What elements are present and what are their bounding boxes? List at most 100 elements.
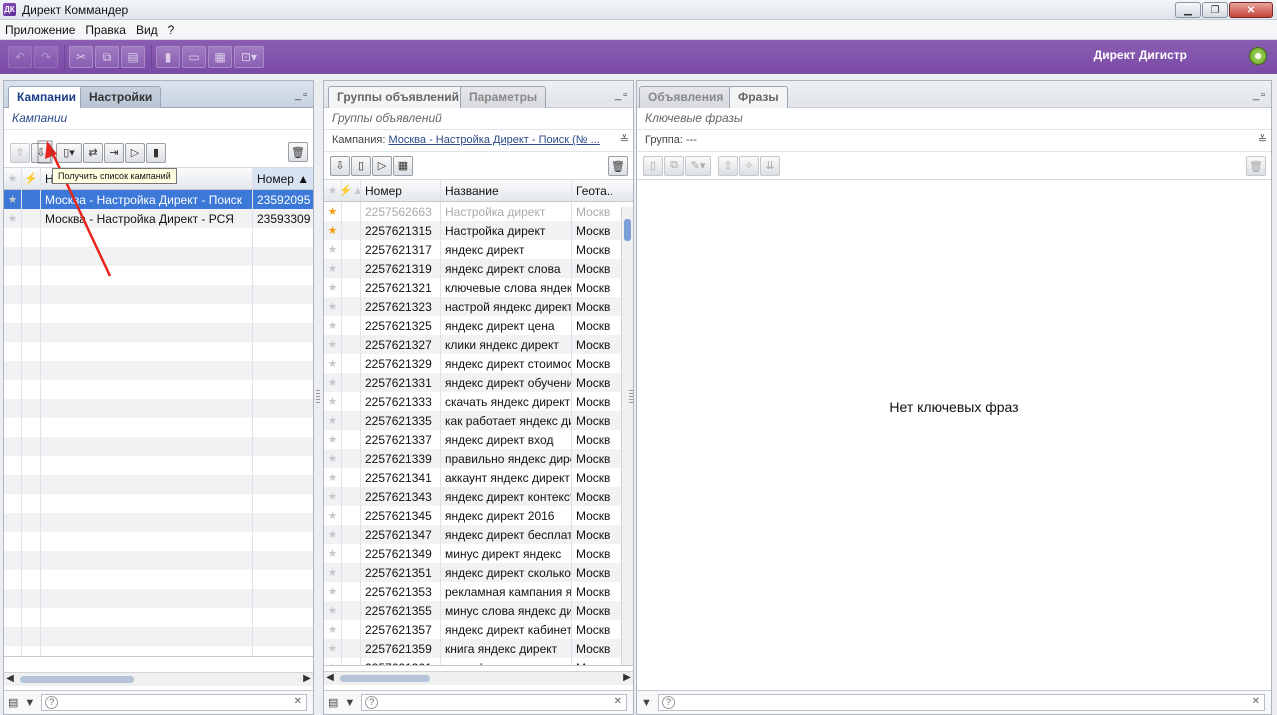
star-icon[interactable] (4, 228, 22, 247)
star-icon[interactable]: ★ (324, 278, 342, 297)
star-icon[interactable] (4, 608, 22, 627)
magic-icon[interactable]: ✧ (739, 155, 759, 176)
clear-icon[interactable]: ✕ (614, 696, 622, 707)
table-row[interactable] (4, 285, 313, 304)
panel-minmax-icon[interactable]: _▫ (295, 89, 309, 101)
delete-icon[interactable]: 🗑 (608, 156, 628, 176)
splitter-handle[interactable] (629, 390, 633, 404)
table-icon[interactable]: ▦ (208, 46, 232, 68)
menu-help[interactable]: ? (163, 23, 180, 37)
table-row[interactable]: ★ 2257621349 минус директ яндекс Москв (324, 544, 633, 563)
close-icon[interactable]: ✕ (1229, 2, 1273, 18)
col-flag[interactable]: ⚡ (22, 168, 41, 189)
panel-minmax-icon[interactable]: _▫ (615, 89, 629, 101)
table-row[interactable] (4, 532, 313, 551)
table-row[interactable] (4, 589, 313, 608)
table-row[interactable]: ★ 2257621333 скачать яндекс директ Москв (324, 392, 633, 411)
new-group-icon[interactable]: ▯ (351, 155, 371, 176)
cut-icon[interactable]: ✂ (69, 46, 93, 68)
table-row[interactable]: ★ 2257621331 яндекс директ обучени Москв (324, 373, 633, 392)
download-campaigns-button[interactable]: ⇩ (31, 142, 51, 163)
delete-icon[interactable]: 🗑 (288, 142, 308, 162)
star-icon[interactable]: ★ (324, 316, 342, 335)
copy-phrase-icon[interactable]: ⧉ (664, 155, 684, 176)
campaign-filter-link[interactable]: Москва - Настройка Директ - Поиск (№ ... (388, 134, 599, 146)
paste-icon[interactable]: ▤ (121, 46, 145, 68)
table-row[interactable]: ★ 2257621327 клики яндекс директ Москв (324, 335, 633, 354)
star-icon[interactable]: ★ (324, 297, 342, 316)
star-icon[interactable] (4, 304, 22, 323)
delete-icon[interactable]: 🗑 (1246, 156, 1266, 176)
star-icon[interactable]: ★ (324, 411, 342, 430)
columns-icon[interactable]: ▭ (182, 46, 206, 68)
star-icon[interactable]: ★ (324, 563, 342, 582)
star-icon[interactable] (4, 627, 22, 646)
user-avatar-icon[interactable]: ☻ (1249, 47, 1267, 65)
star-icon[interactable]: ★ (4, 209, 22, 228)
table-row[interactable]: ★ 2257621345 яндекс директ 2016 Москв (324, 506, 633, 525)
chevron-down-icon[interactable]: ≚ (620, 133, 629, 146)
phrases-search-input[interactable]: ? ✕ (657, 694, 1265, 711)
star-icon[interactable]: ★ (324, 354, 342, 373)
table-row[interactable] (4, 323, 313, 342)
table-row[interactable] (4, 418, 313, 437)
table-row[interactable]: ★ 2257621357 яндекс директ кабинет Москв (324, 620, 633, 639)
star-icon[interactable]: ★ (324, 259, 342, 278)
table-row[interactable]: ★ 2257621335 как работает яндекс ди Москв (324, 411, 633, 430)
tab-adgroups[interactable]: Группы объявлений (328, 86, 468, 108)
list-icon[interactable]: ▤ (328, 696, 338, 709)
star-icon[interactable] (4, 456, 22, 475)
table-row[interactable]: ★ 2257621323 настрой яндекс директ Москв (324, 297, 633, 316)
tab-phrases[interactable]: Фразы (729, 86, 788, 108)
star-icon[interactable] (4, 646, 22, 656)
star-icon[interactable]: ★ (324, 221, 342, 240)
table-row[interactable]: ★ 2257621361сертификат яндекс дирМоскв (324, 658, 633, 665)
menu-view[interactable]: Вид (131, 23, 163, 37)
tab-settings[interactable]: Настройки (80, 86, 162, 108)
table-row[interactable]: ★ 2257621353 рекламная кампания я Москв (324, 582, 633, 601)
star-icon[interactable] (4, 513, 22, 532)
star-icon[interactable]: ★ (324, 240, 342, 259)
table-row[interactable] (4, 228, 313, 247)
list-icon[interactable]: ▤ (8, 696, 18, 709)
col-number[interactable]: Номер ▲ (253, 168, 313, 189)
star-icon[interactable]: ★ (324, 449, 342, 468)
star-icon[interactable] (4, 494, 22, 513)
star-icon[interactable] (4, 570, 22, 589)
adgroups-hscrollbar[interactable]: ◀ ▶ (324, 671, 633, 685)
restore-icon[interactable]: ❐ (1202, 2, 1228, 18)
table-row[interactable]: ★ 2257621325 яндекс директ цена Москв (324, 316, 633, 335)
table-row[interactable] (4, 247, 313, 266)
star-icon[interactable] (4, 285, 22, 304)
star-icon[interactable]: ★ (324, 544, 342, 563)
star-icon[interactable] (4, 323, 22, 342)
undo-icon[interactable]: ↶ (8, 46, 32, 68)
star-icon[interactable] (4, 399, 22, 418)
import-icon[interactable]: ⇥ (104, 142, 124, 163)
star-icon[interactable]: ★ (324, 202, 342, 221)
star-icon[interactable]: ★ (324, 639, 342, 658)
campaigns-hscrollbar[interactable]: ◀ ▶ (4, 672, 313, 686)
clear-icon[interactable]: ✕ (294, 696, 302, 707)
table-row[interactable]: ★ 2257621319 яндекс директ слова Москв (324, 259, 633, 278)
col-flag[interactable]: ⚡▲ (342, 180, 361, 201)
copy-campaign-icon[interactable]: ⇄ (83, 142, 103, 163)
star-icon[interactable]: ★ (324, 601, 342, 620)
star-icon[interactable]: ★ (324, 487, 342, 506)
star-icon[interactable]: ★ (324, 582, 342, 601)
export-icon[interactable]: ▷ (125, 142, 145, 163)
col-star[interactable]: ★ (324, 180, 342, 201)
menu-edit[interactable]: Правка (80, 23, 131, 37)
table-row[interactable] (4, 361, 313, 380)
download-icon[interactable]: ⇩ (330, 155, 350, 176)
table-row[interactable] (4, 627, 313, 646)
star-icon[interactable] (4, 475, 22, 494)
tab-campaigns[interactable]: Кампании (8, 86, 85, 108)
table-row[interactable] (4, 304, 313, 323)
star-icon[interactable] (4, 589, 22, 608)
star-icon[interactable]: ★ (324, 430, 342, 449)
tab-ads[interactable]: Объявления (639, 86, 733, 108)
table-row[interactable] (4, 494, 313, 513)
new-phrase-icon[interactable]: ▯ (643, 155, 663, 176)
table-row[interactable]: ★ Москва - Настройка Директ - Поиск 235920… (4, 190, 313, 209)
